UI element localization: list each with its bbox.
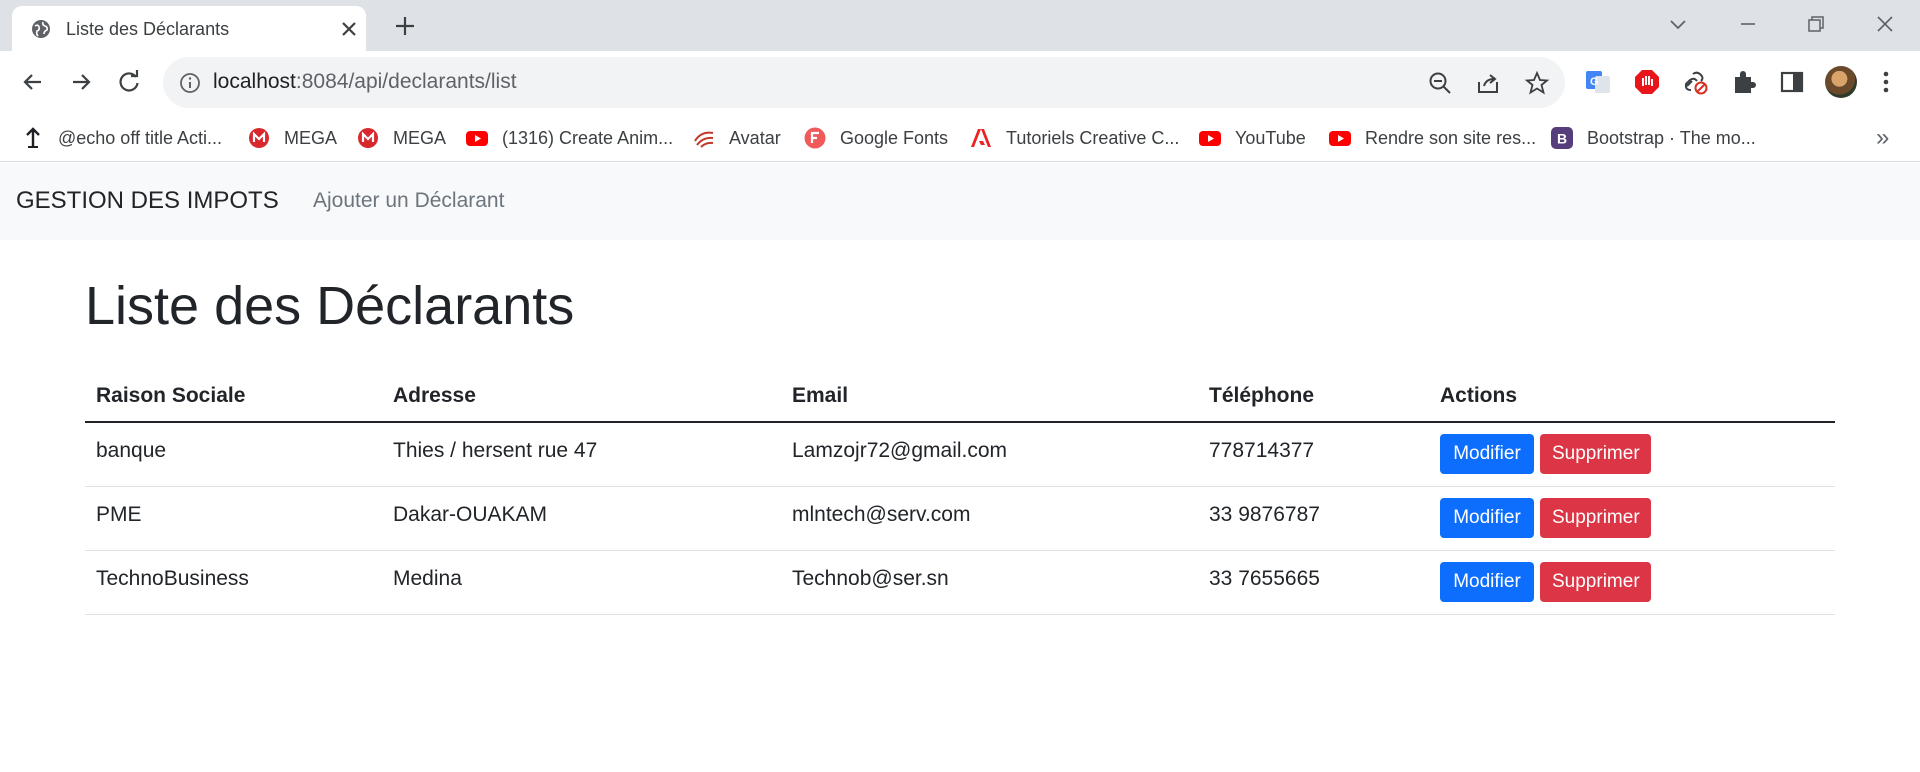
window-close-icon[interactable] (1873, 12, 1897, 36)
tab-strip: Liste des Déclarants (0, 0, 1920, 51)
delete-button[interactable]: Supprimer (1540, 434, 1651, 474)
google-fonts-icon (804, 127, 826, 149)
modify-button[interactable]: Modifier (1440, 498, 1534, 538)
kebab-menu-icon[interactable] (1876, 68, 1896, 96)
bookmark-item[interactable]: YouTube (1199, 126, 1306, 150)
bookmark-item[interactable]: @echo off title Acti... (22, 126, 222, 150)
bookmark-item[interactable]: MEGA (248, 126, 337, 150)
bookmark-star-icon[interactable] (1524, 70, 1550, 96)
cell-telephone: 33 7655665 (1209, 567, 1320, 590)
globe-icon (32, 20, 50, 38)
restore-icon[interactable] (1804, 12, 1828, 36)
delete-button[interactable]: Supprimer (1540, 562, 1651, 602)
table-header: Raison Sociale Adresse Email Téléphone A… (85, 372, 1835, 423)
back-arrow-icon[interactable] (19, 68, 47, 96)
cell-email: Technob@ser.sn (792, 567, 949, 590)
browser-tab[interactable]: Liste des Déclarants (12, 6, 366, 51)
bookmark-item[interactable]: Avatar (693, 126, 781, 150)
delete-button[interactable]: Supprimer (1540, 498, 1651, 538)
url-text[interactable]: localhost:8084/api/declarants/list (213, 70, 517, 94)
cell-email: mlntech@serv.com (792, 503, 971, 526)
url-host: localhost (213, 70, 296, 93)
pin-icon (26, 127, 40, 148)
cell-adresse: Dakar-OUAKAM (393, 503, 548, 526)
table-row: TechnoBusiness Medina Technob@ser.sn 33 … (85, 551, 1835, 615)
bookmark-item[interactable]: B Bootstrap · The mo... (1551, 126, 1756, 150)
avatar-swirl-icon (694, 131, 714, 148)
link-blocked-icon[interactable] (1681, 68, 1709, 96)
cell-telephone: 778714377 (1209, 439, 1315, 462)
address-bar[interactable]: localhost:8084/api/declarants/list (163, 57, 1565, 108)
bookmark-item[interactable]: (1316) Create Anim... (466, 126, 673, 150)
navbar-brand[interactable]: GESTION DES IMPOTS (16, 187, 279, 215)
app-navbar: GESTION DES IMPOTS Ajouter un Déclarant (0, 163, 1920, 240)
column-header-raison-sociale: Raison Sociale (96, 384, 246, 407)
youtube-icon (466, 131, 488, 146)
column-header-actions: Actions (1440, 384, 1518, 407)
more-bookmarks-chevron[interactable]: » (1876, 124, 1889, 152)
google-translate-icon[interactable]: G (1584, 68, 1612, 96)
page-title: Liste des Déclarants (85, 276, 575, 336)
tab-title: Liste des Déclarants (66, 19, 230, 39)
column-header-adresse: Adresse (393, 384, 476, 407)
url-path: :8084/api/declarants/list (295, 70, 517, 93)
bookmark-item[interactable]: Tutoriels Creative C... (970, 126, 1179, 150)
close-icon[interactable] (338, 18, 360, 40)
modify-button[interactable]: Modifier (1440, 434, 1534, 474)
cell-raison-sociale: TechnoBusiness (96, 567, 249, 590)
youtube-icon (1199, 131, 1221, 146)
mega-icon (249, 128, 269, 148)
table-row: banque Thies / hersent rue 47 Lamzojr72@… (85, 423, 1835, 487)
bookmark-item[interactable]: Rendre son site res... (1329, 126, 1536, 150)
column-header-telephone: Téléphone (1209, 384, 1315, 407)
bookmark-item[interactable]: Google Fonts (804, 126, 948, 150)
svg-text:B: B (1557, 131, 1567, 147)
zoom-out-icon[interactable] (1427, 70, 1453, 96)
reload-icon[interactable] (115, 68, 143, 96)
minimize-icon[interactable] (1736, 12, 1760, 36)
side-panel-icon[interactable] (1778, 68, 1806, 96)
column-header-email: Email (792, 384, 849, 407)
forward-arrow-icon[interactable] (67, 68, 95, 96)
cell-email: Lamzojr72@gmail.com (792, 439, 1008, 462)
mega-icon (358, 128, 378, 148)
new-tab-icon[interactable] (393, 14, 417, 38)
cell-raison-sociale: banque (96, 439, 167, 462)
adobe-icon (971, 129, 991, 147)
cell-adresse: Thies / hersent rue 47 (393, 439, 598, 462)
bookmarks-bar: @echo off title Acti... MEGA MEGA (1316)… (0, 114, 1920, 162)
cell-adresse: Medina (393, 567, 462, 590)
cell-raison-sociale: PME (96, 503, 142, 526)
adblock-icon[interactable] (1633, 68, 1661, 96)
cell-telephone: 33 9876787 (1209, 503, 1320, 526)
share-icon[interactable] (1475, 70, 1501, 96)
tab-search-chevron-icon[interactable] (1666, 12, 1690, 36)
youtube-icon (1329, 131, 1351, 146)
modify-button[interactable]: Modifier (1440, 562, 1534, 602)
profile-avatar[interactable] (1825, 66, 1857, 98)
table-row: PME Dakar-OUAKAM mlntech@serv.com 33 987… (85, 487, 1835, 551)
nav-link-add-declarant[interactable]: Ajouter un Déclarant (313, 189, 504, 213)
site-info-icon[interactable] (179, 72, 201, 94)
svg-text:G: G (1590, 76, 1599, 88)
bookmark-item[interactable]: MEGA (357, 126, 446, 150)
bootstrap-icon: B (1551, 127, 1573, 149)
extensions-puzzle-icon[interactable] (1730, 68, 1758, 96)
declarants-table: Raison Sociale Adresse Email Téléphone A… (85, 372, 1835, 615)
